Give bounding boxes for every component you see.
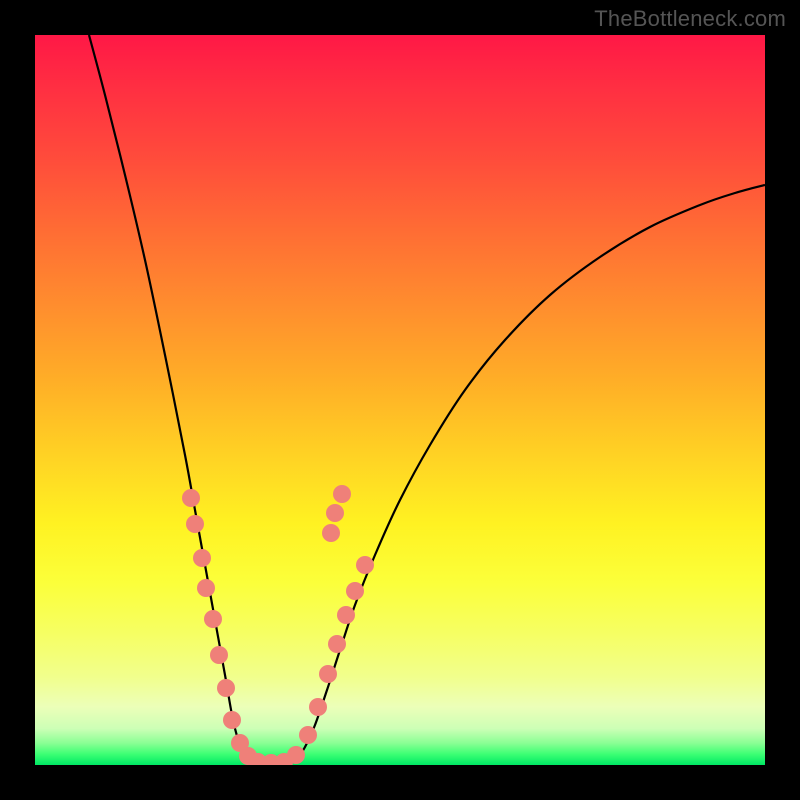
chart-stage: TheBottleneck.com [0,0,800,800]
data-dot [299,726,317,744]
curve-right [295,185,765,762]
data-dot [186,515,204,533]
data-dot [346,582,364,600]
data-dot [322,524,340,542]
data-dot [309,698,327,716]
data-dot [197,579,215,597]
data-dot [328,635,346,653]
data-dot [217,679,235,697]
data-dot [193,549,211,567]
data-dot [337,606,355,624]
data-dot [287,746,305,764]
data-dot [223,711,241,729]
plot-area [35,35,765,765]
data-dot [356,556,374,574]
data-dot [333,485,351,503]
data-dot [326,504,344,522]
data-dot [204,610,222,628]
data-dot [182,489,200,507]
watermark-text: TheBottleneck.com [594,6,786,32]
curve-left [89,35,255,763]
data-dot [319,665,337,683]
chart-svg [35,35,765,765]
data-dot [210,646,228,664]
data-dots [182,485,374,765]
